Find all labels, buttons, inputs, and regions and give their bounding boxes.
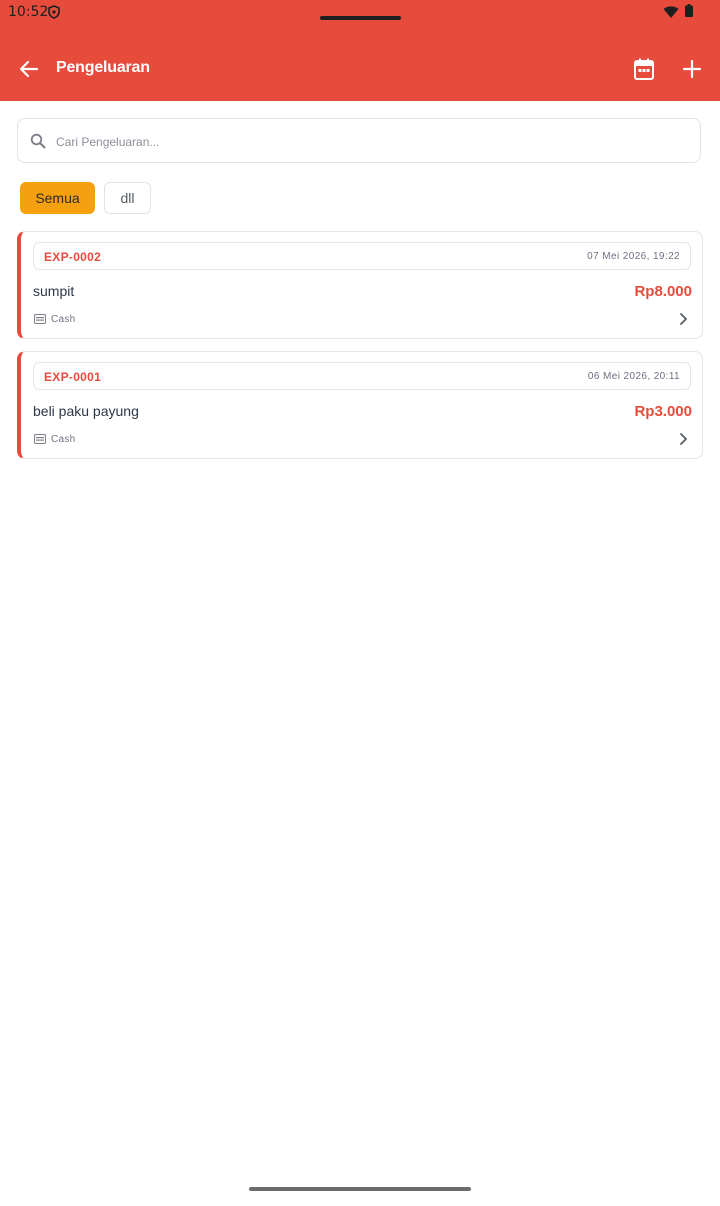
expense-date: 07 Mei 2026, 19:22 (587, 251, 680, 262)
payment-method-label: Cash (51, 433, 76, 445)
camera-notch (320, 16, 401, 20)
plus-icon (683, 60, 701, 78)
calendar-icon (634, 58, 654, 80)
app-bar: 10:52 Pengeluaran (0, 0, 720, 101)
page-title: Pengeluaran (56, 59, 150, 76)
expense-name: beli paku payung (33, 403, 139, 419)
expense-code: EXP-0001 (44, 370, 102, 384)
expense-date: 06 Mei 2026, 20:11 (587, 371, 680, 382)
expense-card[interactable]: EXP-0001 06 Mei 2026, 20:11 beli paku pa… (17, 351, 703, 459)
add-expense-button[interactable] (676, 53, 708, 85)
filter-chip-label: Semua (35, 190, 80, 206)
gesture-nav-handle[interactable] (249, 1187, 471, 1191)
expense-code: EXP-0002 (44, 250, 102, 264)
search-box[interactable] (17, 118, 701, 164)
expense-amount: Rp8.000 (634, 283, 692, 300)
expense-card-header: EXP-0002 07 Mei 2026, 19:22 (33, 242, 691, 270)
filter-chip-semua[interactable]: Semua (20, 182, 95, 214)
expense-card-header: EXP-0001 06 Mei 2026, 20:11 (33, 362, 691, 390)
status-time: 10:52 (8, 4, 49, 20)
arrow-left-icon (19, 60, 39, 78)
filter-chip-dll[interactable]: dll (104, 182, 151, 214)
shield-icon (48, 5, 60, 19)
chevron-right-icon (680, 433, 687, 445)
back-button[interactable] (14, 54, 44, 84)
calendar-button[interactable] (628, 53, 660, 85)
battery-icon (685, 4, 693, 17)
payment-method: Cash (34, 432, 76, 446)
cash-icon (34, 434, 46, 444)
search-icon (30, 133, 46, 149)
expense-name: sumpit (33, 283, 75, 299)
payment-method: Cash (34, 312, 76, 326)
expense-card[interactable]: EXP-0002 07 Mei 2026, 19:22 sumpit Rp8.0… (17, 231, 703, 339)
wifi-icon (663, 6, 679, 18)
chevron-right-icon (680, 313, 687, 325)
payment-method-label: Cash (51, 313, 76, 325)
cash-icon (34, 314, 46, 324)
search-input[interactable] (54, 119, 688, 164)
filter-chip-label: dll (120, 190, 135, 206)
expense-amount: Rp3.000 (634, 403, 692, 420)
